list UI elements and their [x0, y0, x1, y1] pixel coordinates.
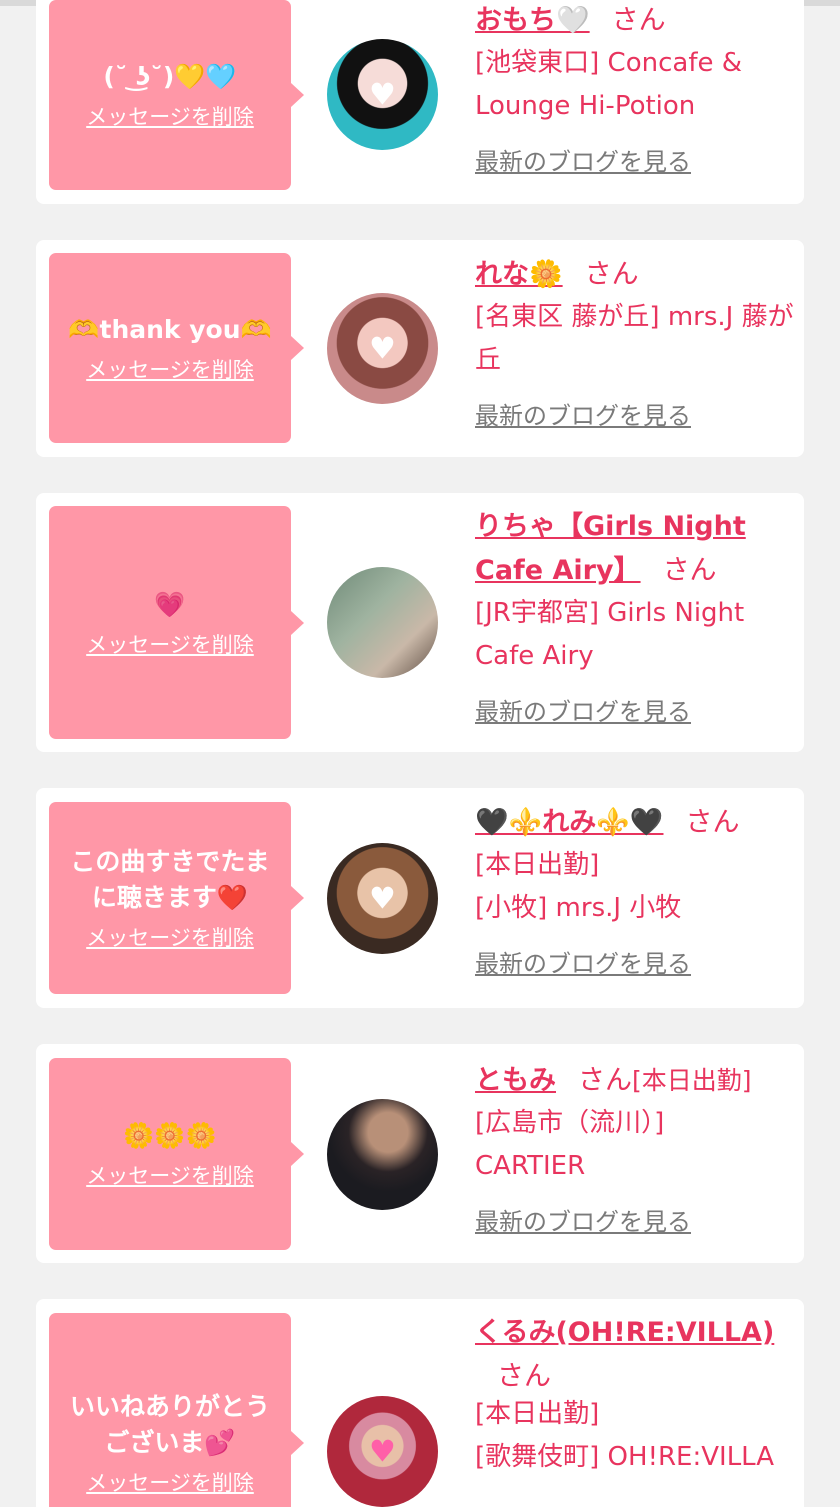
message-text: (˘ ͜ʖ˘)💛🩵 — [103, 62, 237, 91]
latest-blog-link[interactable]: 最新のブログを見る — [475, 142, 691, 177]
message-card: この曲すきでたまに聴きます❤️ メッセージを削除 ♥ 🖤⚜️れみ⚜️🖤 さん [本… — [36, 788, 804, 1008]
girl-info: ともみ さん [本日出勤] [広島市（流川）] CARTIER 最新のブログを見る — [475, 1058, 795, 1237]
girl-info: くるみ(OH!RE:VILLA) さん [本日出勤] [歌舞伎町] OH!RE:V… — [475, 1311, 795, 1479]
message-card: 🫶thank you🫶 メッセージを削除 ♥ れな🌼 さん [名東区 藤が丘] m… — [36, 240, 804, 457]
message-bubble: この曲すきでたまに聴きます❤️ メッセージを削除 — [49, 802, 304, 994]
honorific: さん — [497, 1361, 551, 1392]
girl-name-link[interactable]: 🖤⚜️れみ⚜️🖤 — [475, 807, 663, 838]
heart-sticker-icon: ♥ — [369, 77, 396, 112]
honorific: さん — [584, 259, 639, 290]
message-text: 🫶thank you🫶 — [68, 315, 272, 344]
girl-name-link[interactable]: ともみ — [475, 1059, 556, 1102]
message-bubble: (˘ ͜ʖ˘)💛🩵 メッセージを削除 — [49, 0, 304, 190]
delete-message-link[interactable]: メッセージを削除 — [86, 1467, 254, 1497]
girl-info: りちゃ【Girls Night Cafe Airy】 さん [JR宇都宮] Gir… — [475, 505, 795, 727]
avatar[interactable]: ♥ — [327, 843, 438, 954]
avatar[interactable] — [327, 1099, 438, 1210]
status-label: [本日出勤] — [475, 1399, 600, 1429]
message-card: 💗 メッセージを削除 りちゃ【Girls Night Cafe Airy】 さん … — [36, 493, 804, 752]
message-text: 💗 — [154, 589, 186, 619]
message-bubble: 🌼🌼🌼 メッセージを削除 — [49, 1058, 304, 1250]
message-text: いいねありがとうございま💕 — [69, 1392, 270, 1457]
shop-label: [小牧] mrs.J 小牧 — [475, 893, 682, 923]
girl-info: おもち🤍 さん [池袋東口] Concafe & Lounge Hi-Potion… — [475, 0, 795, 177]
status-label: [本日出勤] — [475, 850, 600, 880]
delete-message-link[interactable]: メッセージを削除 — [86, 629, 254, 659]
message-bubble: 🫶thank you🫶 メッセージを削除 — [49, 253, 304, 443]
status-label: [本日出勤] — [632, 1066, 752, 1095]
latest-blog-link[interactable]: 最新のブログを見る — [475, 396, 691, 431]
honorific: さん — [611, 5, 666, 36]
message-bubble: 💗 メッセージを削除 — [49, 506, 304, 739]
message-text: 🌼🌼🌼 — [123, 1121, 217, 1150]
honorific: さん — [662, 555, 717, 586]
girl-info: 🖤⚜️れみ⚜️🖤 さん [本日出勤] [小牧] mrs.J 小牧 最新のブログを見… — [475, 800, 795, 979]
avatar[interactable] — [327, 567, 438, 678]
shop-label: [歌舞伎町] OH!RE:VILLA — [475, 1442, 775, 1472]
heart-sticker-icon: ♥ — [369, 1434, 396, 1469]
message-card: (˘ ͜ʖ˘)💛🩵 メッセージを削除 ♥ おもち🤍 さん [池袋東口] Conca… — [36, 0, 804, 204]
delete-message-link[interactable]: メッセージを削除 — [86, 1160, 254, 1190]
message-card: いいねありがとうございま💕 メッセージを削除 ♥ くるみ(OH!RE:VILLA… — [36, 1299, 804, 1507]
heart-sticker-icon: ♥ — [369, 331, 396, 366]
shop-label: [広島市（流川）] CARTIER — [475, 1108, 665, 1181]
delete-message-link[interactable]: メッセージを削除 — [86, 101, 254, 131]
girl-info: れな🌼 さん [名東区 藤が丘] mrs.J 藤が丘 最新のブログを見る — [475, 252, 795, 431]
girl-name-link[interactable]: くるみ(OH!RE:VILLA) — [475, 1317, 774, 1348]
message-text: この曲すきでたまに聴きます❤️ — [70, 847, 270, 912]
avatar[interactable]: ♥ — [327, 293, 438, 404]
message-card: 🌼🌼🌼 メッセージを削除 ともみ さん [本日出勤] [広島市（流川）] CARTI… — [36, 1044, 804, 1263]
latest-blog-link[interactable]: 最新のブログを見る — [475, 692, 691, 727]
delete-message-link[interactable]: メッセージを削除 — [86, 922, 254, 952]
girl-name-link[interactable]: おもち🤍 — [475, 5, 590, 36]
shop-label: [JR宇都宮] Girls Night Cafe Airy — [475, 598, 745, 671]
shop-label: [名東区 藤が丘] mrs.J 藤が丘 — [475, 302, 794, 375]
heart-sticker-icon: ♥ — [369, 881, 396, 916]
latest-blog-link[interactable]: 最新のブログを見る — [475, 1202, 691, 1237]
avatar[interactable]: ♥ — [327, 1396, 438, 1507]
shop-label: [池袋東口] Concafe & Lounge Hi-Potion — [475, 48, 743, 121]
message-bubble: いいねありがとうございま💕 メッセージを削除 — [49, 1313, 304, 1507]
latest-blog-link[interactable]: 最新のブログを見る — [475, 944, 691, 979]
avatar[interactable]: ♥ — [327, 39, 438, 150]
girl-name-link[interactable]: れな🌼 — [475, 259, 563, 290]
honorific: さん — [578, 1065, 632, 1096]
honorific: さん — [685, 807, 740, 838]
delete-message-link[interactable]: メッセージを削除 — [86, 354, 254, 384]
